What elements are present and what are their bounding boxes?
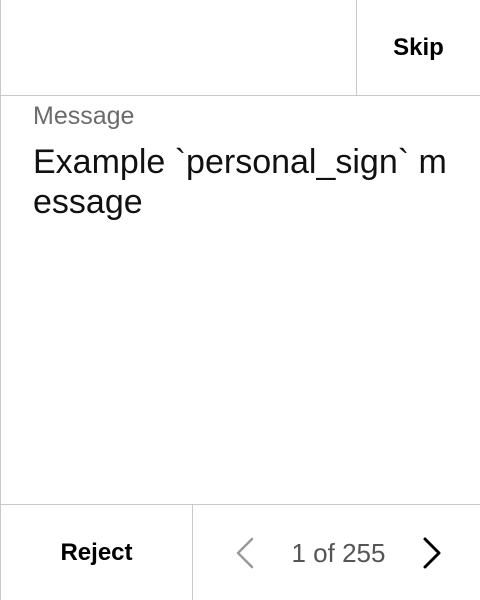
signature-request-screen: Skip Message Example `personal_sign` mes… (0, 0, 480, 600)
message-section: Message Example `personal_sign` message (1, 96, 480, 222)
page-indicator: 1 of 255 (291, 537, 386, 568)
chevron-right-icon (423, 537, 441, 569)
next-button[interactable] (412, 533, 452, 573)
previous-button[interactable] (225, 533, 265, 573)
header-bar: Skip (1, 0, 480, 96)
pagination: 1 of 255 (193, 505, 480, 600)
message-text: Example `personal_sign` message (33, 143, 447, 221)
message-label: Message (33, 102, 135, 130)
reject-button[interactable]: Reject (1, 505, 193, 600)
skip-button[interactable]: Skip (356, 0, 480, 96)
footer-bar: Reject 1 of 255 (1, 504, 480, 600)
chevron-left-icon (236, 537, 254, 569)
